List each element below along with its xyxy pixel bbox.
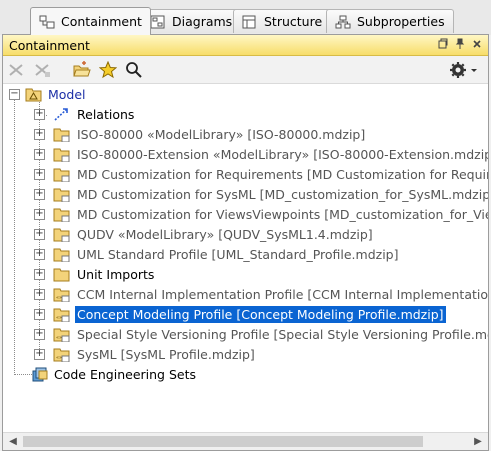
expand-toggle-icon[interactable]: + bbox=[34, 249, 45, 260]
tab-label: Structure bbox=[264, 14, 323, 29]
tab-label: Containment bbox=[61, 14, 142, 29]
tree-label: Code Engineering Sets bbox=[54, 367, 196, 382]
tree-item-md-customization-requirements[interactable]: + MD Customization for Requirements [MD … bbox=[3, 165, 488, 185]
tab-diagrams[interactable]: Diagrams bbox=[141, 9, 242, 33]
collapse-all-icon[interactable] bbox=[7, 61, 25, 79]
open-folder-icon[interactable] bbox=[73, 61, 91, 79]
tree-label: Special Style Versioning Profile [Specia… bbox=[77, 327, 488, 342]
tree-label: Relations bbox=[77, 107, 135, 122]
tree-item-md-customization-viewsviewpoints[interactable]: + MD Customization for ViewsViewpoints [… bbox=[3, 205, 488, 225]
package-icon bbox=[53, 188, 70, 202]
expand-toggle-icon[interactable]: + bbox=[34, 209, 45, 220]
package-icon bbox=[53, 168, 70, 182]
expand-toggle-icon[interactable]: + bbox=[34, 229, 45, 240]
scroll-left-icon[interactable]: ◀ bbox=[7, 436, 19, 448]
expand-toggle-icon[interactable]: + bbox=[34, 149, 45, 160]
tree-item-relations[interactable]: + Relations bbox=[3, 105, 488, 125]
tab-label: Subproperties bbox=[357, 14, 445, 29]
tab-structure[interactable]: Structure bbox=[233, 9, 332, 33]
collapse-toggle-icon[interactable]: − bbox=[9, 89, 20, 100]
tree-label: UML Standard Profile [UML_Standard_Profi… bbox=[77, 247, 399, 262]
tree-label: Model bbox=[48, 87, 86, 102]
expand-toggle-icon[interactable]: + bbox=[34, 169, 45, 180]
svg-text:«»: «» bbox=[56, 315, 62, 321]
tab-label: Diagrams bbox=[172, 14, 233, 29]
tree-item-md-customization-sysml[interactable]: + MD Customization for SysML [MD_customi… bbox=[3, 185, 488, 205]
containment-window: Containment Diagrams Structure Subproper… bbox=[0, 0, 491, 451]
expand-toggle-icon[interactable]: + bbox=[34, 309, 45, 320]
tree-item-qudv[interactable]: + QUDV «ModelLibrary» [QUDV_SysML1.4.mdz… bbox=[3, 225, 488, 245]
tree-item-special-style-versioning-profile[interactable]: + «» Special Style Versioning Profile [S… bbox=[3, 325, 488, 345]
profile-icon: «» bbox=[53, 308, 70, 322]
tree-label: Concept Modeling Profile [Concept Modeli… bbox=[75, 306, 446, 323]
panel-titlebar: Containment bbox=[3, 35, 488, 56]
expand-toggle-icon[interactable]: + bbox=[34, 109, 45, 120]
tree-item-uml-standard-profile[interactable]: + UML Standard Profile [UML_Standard_Pro… bbox=[3, 245, 488, 265]
package-icon bbox=[53, 208, 70, 222]
expand-toggle-icon[interactable]: + bbox=[34, 129, 45, 140]
diagram-icon bbox=[150, 15, 165, 28]
profile-icon: «» bbox=[53, 288, 70, 302]
profile-icon: «» bbox=[53, 328, 70, 342]
structure-icon bbox=[242, 15, 256, 28]
tree-item-concept-modeling-profile[interactable]: + «» Concept Modeling Profile [Concept M… bbox=[3, 305, 488, 325]
tree-root-model[interactable]: − Model bbox=[3, 85, 488, 105]
tree-label: ISO-80000-Extension «ModelLibrary» [ISO-… bbox=[77, 147, 488, 162]
relations-icon bbox=[54, 108, 68, 121]
expand-toggle-icon[interactable]: + bbox=[34, 329, 45, 340]
package-icon bbox=[53, 148, 70, 162]
package-icon bbox=[53, 128, 70, 142]
tree-label: CCM Internal Implementation Profile [CCM… bbox=[77, 287, 488, 302]
chevron-down-icon[interactable] bbox=[469, 61, 479, 79]
package-icon bbox=[53, 228, 70, 242]
tree-item-iso-80000-extension[interactable]: + ISO-80000-Extension «ModelLibrary» [IS… bbox=[3, 145, 488, 165]
tree-item-code-engineering-sets[interactable]: Code Engineering Sets bbox=[3, 365, 488, 385]
scroll-right-icon[interactable]: ▶ bbox=[472, 436, 484, 448]
package-icon bbox=[53, 248, 70, 262]
tree-item-unit-imports[interactable]: + Unit Imports bbox=[3, 265, 488, 285]
expand-toggle-icon[interactable]: + bbox=[34, 349, 45, 360]
tree-label: MD Customization for Requirements [MD Cu… bbox=[77, 167, 488, 182]
search-icon[interactable] bbox=[125, 61, 143, 79]
tab-subproperties[interactable]: Subproperties bbox=[326, 9, 454, 33]
tree-item-iso-80000[interactable]: + ISO-80000 «ModelLibrary» [ISO-80000.md… bbox=[3, 125, 488, 145]
svg-text:«»: «» bbox=[56, 335, 62, 341]
containment-icon bbox=[39, 15, 55, 28]
tree-label: QUDV «ModelLibrary» [QUDV_SysML1.4.mdzip… bbox=[77, 227, 373, 242]
pin-icon[interactable] bbox=[455, 38, 465, 50]
expand-toggle-icon[interactable]: + bbox=[34, 189, 45, 200]
expand-toggle-icon[interactable]: + bbox=[34, 289, 45, 300]
tree-item-ccm-internal-profile[interactable]: + «» CCM Internal Implementation Profile… bbox=[3, 285, 488, 305]
subproperties-icon bbox=[335, 15, 351, 28]
expand-all-icon[interactable] bbox=[33, 61, 51, 79]
settings-gear-icon[interactable] bbox=[449, 61, 467, 79]
tab-containment[interactable]: Containment bbox=[30, 7, 151, 35]
code-engineering-icon bbox=[32, 367, 48, 382]
svg-text:«»: «» bbox=[56, 295, 62, 301]
profile-icon: «» bbox=[53, 348, 70, 362]
star-icon[interactable] bbox=[99, 61, 117, 79]
close-icon[interactable] bbox=[472, 38, 482, 50]
package-icon bbox=[53, 268, 70, 282]
panel-toolbar bbox=[3, 56, 488, 84]
horizontal-scrollbar[interactable]: ◀ ▶ bbox=[3, 432, 488, 450]
containment-panel: Containment − Model + Relations + ISO-80… bbox=[2, 34, 489, 451]
expand-toggle-icon[interactable]: + bbox=[34, 269, 45, 280]
scrollbar-thumb[interactable] bbox=[23, 436, 423, 447]
tree-label: MD Customization for SysML [MD_customiza… bbox=[77, 187, 488, 202]
tree-label: SysML [SysML Profile.mdzip] bbox=[77, 347, 255, 362]
model-icon bbox=[25, 88, 42, 102]
tree-label: Unit Imports bbox=[77, 267, 155, 282]
restore-icon[interactable] bbox=[438, 38, 448, 50]
tree-label: MD Customization for ViewsViewpoints [MD… bbox=[77, 207, 488, 222]
tree-label: ISO-80000 «ModelLibrary» [ISO-80000.mdzi… bbox=[77, 127, 366, 142]
tree-item-sysml[interactable]: + «» SysML [SysML Profile.mdzip] bbox=[3, 345, 488, 365]
svg-text:«»: «» bbox=[56, 355, 62, 361]
tab-strip: Containment Diagrams Structure Subproper… bbox=[0, 0, 491, 35]
containment-tree: − Model + Relations + ISO-80000 «ModelLi… bbox=[3, 85, 488, 427]
panel-title: Containment bbox=[9, 37, 90, 53]
